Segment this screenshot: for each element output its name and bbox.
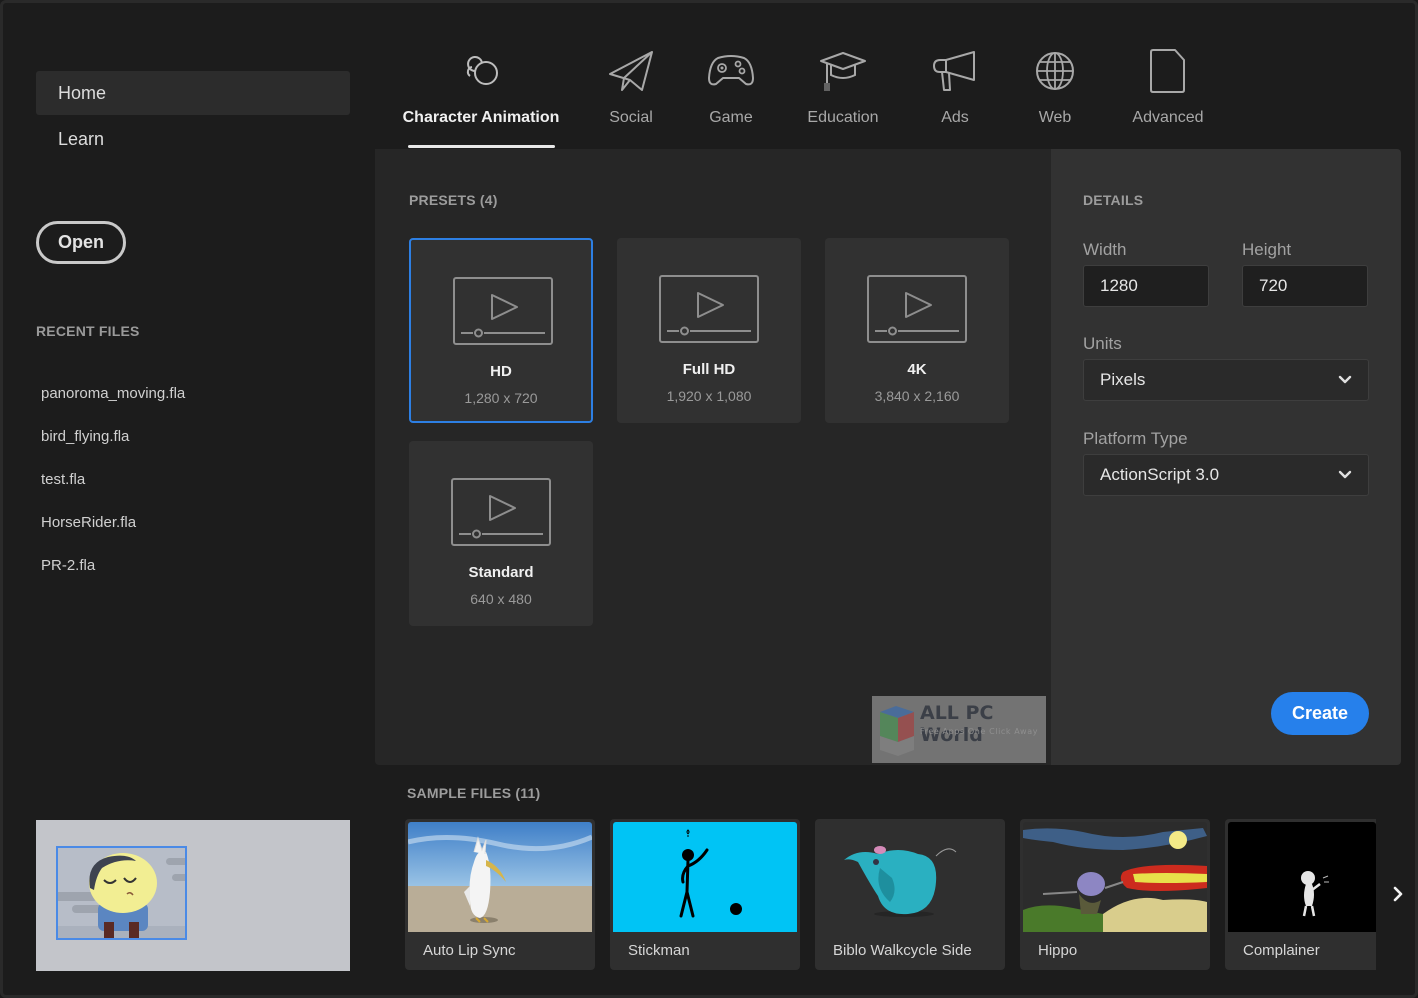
sample-file-card[interactable]: Stickman [610, 819, 800, 970]
platform-type-value: ActionScript 3.0 [1100, 465, 1220, 484]
preset-name: Full HD [682, 361, 736, 378]
preset-name: HD [490, 363, 512, 380]
gamepad-icon [691, 43, 771, 99]
video-icon [453, 277, 553, 345]
recent-file-preview [36, 820, 350, 971]
recent-file-item[interactable]: HorseRider.fla [41, 514, 136, 531]
watermark-title: ALL PC World [920, 702, 994, 746]
scroll-right-button[interactable] [1385, 879, 1411, 909]
recent-file-item[interactable]: bird_flying.fla [41, 428, 129, 445]
preset-name: 4K [907, 361, 927, 378]
tab-label: Social [609, 109, 653, 126]
units-label: Units [1083, 334, 1122, 353]
preset-dimensions: 640 x 480 [470, 591, 532, 607]
platform-type-select[interactable]: ActionScript 3.0 [1083, 454, 1369, 496]
tab-advanced[interactable]: Advanced [1123, 43, 1213, 127]
document-icon [1123, 43, 1213, 99]
sample-files-heading: SAMPLE FILES (11) [407, 785, 541, 801]
sample-thumbnail-auto-lip-sync [408, 822, 592, 932]
chevron-down-icon [1338, 375, 1352, 384]
presets-heading: PRESETS (4) [409, 192, 498, 208]
tab-game[interactable]: Game [691, 43, 771, 127]
watermark-logo: ALL PC World Free Apps One Click Away [872, 696, 1046, 763]
preset-card-hd[interactable]: HD 1,280 x 720 [409, 238, 593, 423]
width-label: Width [1083, 240, 1127, 259]
sample-thumbnail-complainer [1228, 822, 1376, 932]
preset-card-4k[interactable]: 4K 3,840 x 2,160 [825, 238, 1009, 423]
height-label: Height [1242, 240, 1292, 259]
graduation-cap-icon [798, 43, 888, 99]
tab-label: Education [807, 109, 879, 126]
units-select[interactable]: Pixels [1083, 359, 1369, 401]
video-icon [659, 275, 759, 343]
tab-label: Character Animation [402, 109, 560, 126]
sample-file-name: Complainer [1243, 942, 1320, 959]
sample-file-card[interactable]: Biblo Walkcycle Side [815, 819, 1005, 970]
platform-type-label: Platform Type [1083, 429, 1188, 448]
paper-plane-icon [591, 43, 671, 99]
preset-dimensions: 1,280 x 720 [464, 390, 538, 406]
preset-card-standard[interactable]: Standard 640 x 480 [409, 441, 593, 626]
watermark-subtitle: Free Apps One Click Away [920, 727, 1039, 736]
globe-icon [1015, 43, 1095, 99]
preview-thumbnail [56, 846, 187, 940]
megaphone-icon [915, 43, 995, 99]
preset-dimensions: 1,920 x 1,080 [666, 388, 752, 404]
sample-file-name: Hippo [1038, 942, 1078, 959]
tab-web[interactable]: Web [1015, 43, 1095, 127]
active-tab-indicator [408, 145, 555, 148]
preset-dimensions: 3,840 x 2,160 [874, 388, 960, 404]
tab-character-animation[interactable]: Character Animation [401, 43, 561, 127]
sample-file-name: Biblo Walkcycle Side [833, 942, 972, 959]
character-animation-icon [401, 43, 561, 99]
video-icon [451, 478, 551, 546]
chevron-down-icon [1338, 470, 1352, 479]
start-screen-window: Home Learn Open RECENT FILES panoroma_mo… [0, 0, 1418, 998]
recent-file-item[interactable]: panoroma_moving.fla [41, 385, 185, 402]
sample-thumbnail-hippo [1023, 822, 1207, 932]
open-button[interactable]: Open [36, 221, 126, 264]
sidebar-item-home[interactable]: Home [36, 71, 350, 115]
recent-file-item[interactable]: PR-2.fla [41, 557, 95, 574]
preset-name: Standard [468, 564, 534, 581]
details-heading: DETAILS [1083, 192, 1144, 208]
recent-files-heading: RECENT FILES [36, 323, 140, 339]
sample-file-card[interactable]: Auto Lip Sync [405, 819, 595, 970]
tab-label: Game [709, 109, 753, 126]
units-value: Pixels [1100, 370, 1146, 389]
tab-ads[interactable]: Ads [915, 43, 995, 127]
tab-education[interactable]: Education [798, 43, 888, 127]
sample-file-card[interactable]: Hippo [1020, 819, 1210, 970]
sample-thumbnail-stickman [613, 822, 797, 932]
sidebar-item-learn[interactable]: Learn [36, 117, 350, 161]
recent-file-item[interactable]: test.fla [41, 471, 85, 488]
tab-social[interactable]: Social [591, 43, 671, 127]
height-input[interactable] [1242, 265, 1368, 307]
cube-logo-icon [880, 706, 914, 756]
chevron-right-icon [1393, 886, 1403, 902]
sample-thumbnail-biblo-walkcycle-side [818, 822, 1002, 932]
video-icon [867, 275, 967, 343]
tab-label: Ads [941, 109, 969, 126]
tab-label: Advanced [1132, 109, 1204, 126]
sample-file-card[interactable]: Complainer [1225, 819, 1376, 970]
tab-label: Web [1038, 109, 1072, 126]
width-input[interactable] [1083, 265, 1209, 307]
sample-file-name: Stickman [628, 942, 690, 959]
preset-card-full-hd[interactable]: Full HD 1,920 x 1,080 [617, 238, 801, 423]
create-button[interactable]: Create [1271, 692, 1369, 735]
sample-file-name: Auto Lip Sync [423, 942, 516, 959]
